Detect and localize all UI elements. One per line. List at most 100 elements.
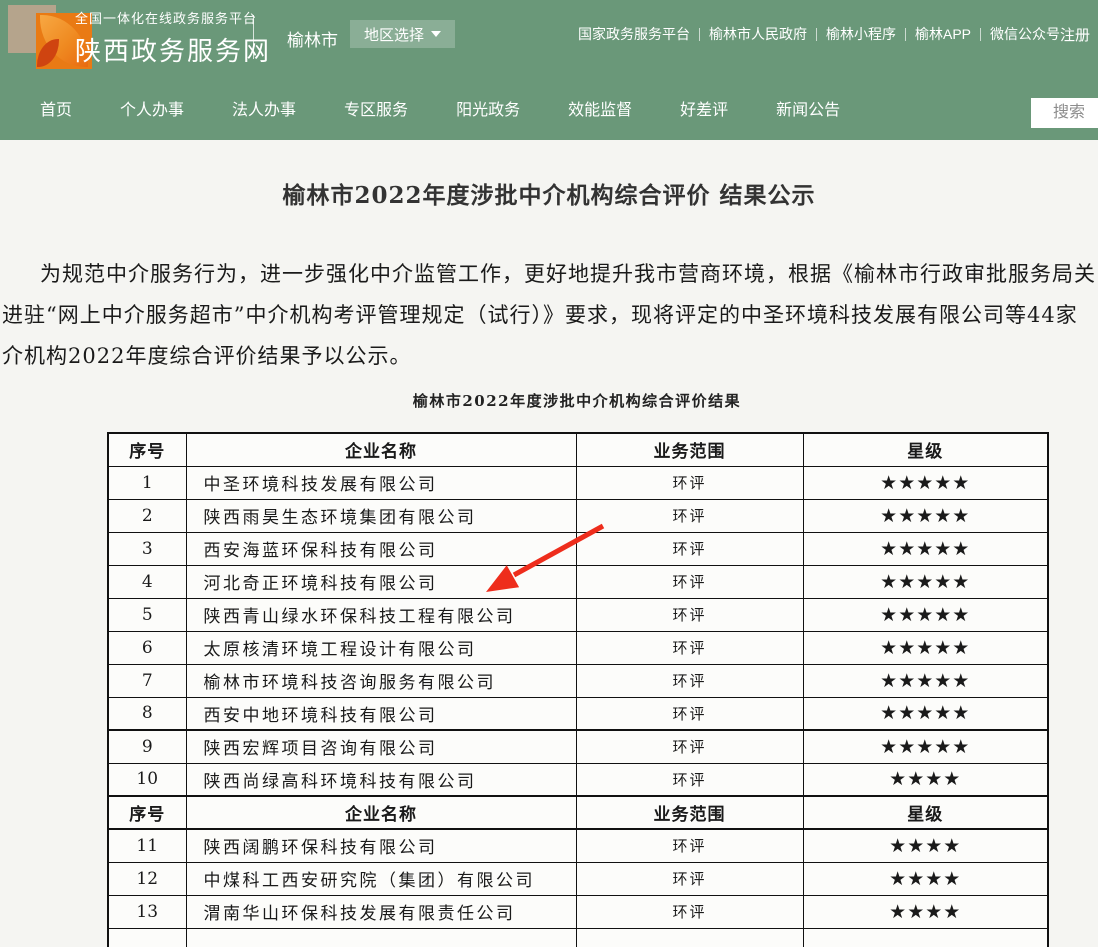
company-name: 太原核清环境工程设计有限公司 <box>186 631 576 664</box>
table-row: 9陕西宏辉项目咨询有限公司环评★★★★★ <box>108 730 1048 763</box>
business-scope: 环评 <box>576 499 803 532</box>
column-header: 星级 <box>803 796 1048 829</box>
table-header-row: 序号企业名称业务范围星级 <box>108 433 1048 466</box>
page: { "colors": { "header_green": "#6a9879",… <box>0 0 1098 947</box>
row-number: 7 <box>108 664 186 697</box>
star-rating: ★★★★★ <box>803 532 1048 565</box>
column-header: 星级 <box>803 433 1048 466</box>
table-row: 3西安海蓝环保科技有限公司环评★★★★★ <box>108 532 1048 565</box>
star-rating: ★★★★ <box>803 895 1048 928</box>
company-name: 陕西雨昊生态环境集团有限公司 <box>186 499 576 532</box>
nav-item[interactable]: 法人办事 <box>232 96 296 120</box>
star-rating: ★★★★★ <box>803 598 1048 631</box>
business-scope <box>576 928 803 947</box>
table-row: 2陕西雨昊生态环境集团有限公司环评★★★★★ <box>108 499 1048 532</box>
star-rating: ★★★★★ <box>803 664 1048 697</box>
row-number: 6 <box>108 631 186 664</box>
search-input[interactable] <box>1031 98 1098 128</box>
announcement-paragraph: 为规范中介服务行为，进一步强化中介监管工作，更好地提升我市营商环境，根据《榆林市… <box>0 254 1098 377</box>
business-scope: 环评 <box>576 631 803 664</box>
business-scope: 环评 <box>576 895 803 928</box>
brand-block: 全国一体化在线政务服务平台 陕西政务服务网 <box>75 8 271 68</box>
top-link[interactable]: 榆林APP <box>915 24 971 44</box>
current-city-label: 榆林市 <box>287 26 338 51</box>
table-row <box>108 928 1048 947</box>
nav-item[interactable]: 效能监督 <box>568 96 632 120</box>
table-row: 1中圣环境科技发展有限公司环评★★★★★ <box>108 466 1048 499</box>
business-scope: 环评 <box>576 763 803 796</box>
row-number: 9 <box>108 730 186 763</box>
register-link[interactable]: 注册 <box>1060 24 1090 45</box>
nav-item[interactable]: 新闻公告 <box>776 96 840 120</box>
nav-item[interactable]: 阳光政务 <box>456 96 520 120</box>
chevron-down-icon <box>431 31 441 37</box>
company-name: 陕西青山绿水环保科技工程有限公司 <box>186 598 576 631</box>
company-name: 陕西尚绿高科环境科技有限公司 <box>186 763 576 796</box>
company-name <box>186 928 576 947</box>
table-row: 6太原核清环境工程设计有限公司环评★★★★★ <box>108 631 1048 664</box>
row-number: 8 <box>108 697 186 730</box>
company-name: 渭南华山环保科技发展有限责任公司 <box>186 895 576 928</box>
company-name: 陕西阔鹏环保科技有限公司 <box>186 829 576 862</box>
top-link[interactable]: 榆林小程序 <box>826 24 896 44</box>
table-row: 4河北奇正环境科技有限公司环评★★★★★ <box>108 565 1048 598</box>
row-number: 5 <box>108 598 186 631</box>
results-table-body: 序号企业名称业务范围星级1中圣环境科技发展有限公司环评★★★★★2陕西雨昊生态环… <box>108 433 1048 947</box>
row-number: 10 <box>108 763 186 796</box>
business-scope: 环评 <box>576 730 803 763</box>
business-scope: 环评 <box>576 598 803 631</box>
evaluation-results-table: 序号企业名称业务范围星级1中圣环境科技发展有限公司环评★★★★★2陕西雨昊生态环… <box>107 432 1049 947</box>
company-name: 西安海蓝环保科技有限公司 <box>186 532 576 565</box>
nav-item[interactable]: 专区服务 <box>344 96 408 120</box>
table-row: 12中煤科工西安研究院（集团）有限公司环评★★★★ <box>108 862 1048 895</box>
table-row: 8西安中地环境科技有限公司环评★★★★★ <box>108 697 1048 730</box>
column-header: 序号 <box>108 796 186 829</box>
article-area: 榆林市2022年度涉批中介机构综合评价 结果公示 为规范中介服务行为，进一步强化… <box>0 140 1098 947</box>
table-caption: 榆林市2022年度涉批中介机构综合评价结果 <box>107 390 1047 411</box>
row-number: 13 <box>108 895 186 928</box>
business-scope: 环评 <box>576 565 803 598</box>
top-link[interactable]: 国家政务服务平台 <box>578 24 690 44</box>
table-row: 5陕西青山绿水环保科技工程有限公司环评★★★★★ <box>108 598 1048 631</box>
paragraph-line: 进驻“网上中介服务超市”中介机构考评管理规定（试行）》要求，现将评定的中圣环境科… <box>0 295 1098 336</box>
row-number: 2 <box>108 499 186 532</box>
column-header: 企业名称 <box>186 796 576 829</box>
row-number: 11 <box>108 829 186 862</box>
table-row: 11陕西阔鹏环保科技有限公司环评★★★★ <box>108 829 1048 862</box>
star-rating: ★★★★ <box>803 829 1048 862</box>
paragraph-line: 为规范中介服务行为，进一步强化中介监管工作，更好地提升我市营商环境，根据《榆林市… <box>0 254 1098 295</box>
nav-item[interactable]: 好差评 <box>680 96 728 120</box>
site-header: 全国一体化在线政务服务平台 陕西政务服务网 榆林市 地区选择 国家政务服务平台榆… <box>0 0 1098 140</box>
business-scope: 环评 <box>576 829 803 862</box>
link-separator <box>980 28 981 41</box>
star-rating: ★★★★★ <box>803 565 1048 598</box>
row-number: 1 <box>108 466 186 499</box>
business-scope: 环评 <box>576 532 803 565</box>
row-number: 4 <box>108 565 186 598</box>
column-header: 企业名称 <box>186 433 576 466</box>
star-rating: ★★★★★ <box>803 631 1048 664</box>
company-name: 河北奇正环境科技有限公司 <box>186 565 576 598</box>
top-link[interactable]: 榆林市人民政府 <box>709 24 807 44</box>
header-divider <box>253 15 254 59</box>
platform-tagline: 全国一体化在线政务服务平台 <box>75 8 271 27</box>
company-name: 中圣环境科技发展有限公司 <box>186 466 576 499</box>
paragraph-line: 介机构2022年度综合评价结果予以公示。 <box>0 336 1098 377</box>
table-row: 13渭南华山环保科技发展有限责任公司环评★★★★ <box>108 895 1048 928</box>
star-rating: ★★★★★ <box>803 499 1048 532</box>
column-header: 序号 <box>108 433 186 466</box>
main-nav: 首页 个人办事 法人办事 专区服务 阳光政务 效能监督 好差评 新闻公告 <box>40 75 840 140</box>
star-rating: ★★★★★ <box>803 730 1048 763</box>
star-rating <box>803 928 1048 947</box>
top-link[interactable]: 微信公众号 <box>990 24 1060 44</box>
table-header-row: 序号企业名称业务范围星级 <box>108 796 1048 829</box>
column-header: 业务范围 <box>576 433 803 466</box>
top-external-links: 国家政务服务平台榆林市人民政府榆林小程序榆林APP 微信公众号 <box>578 24 1060 44</box>
region-select-button[interactable]: 地区选择 <box>350 20 455 48</box>
nav-item[interactable]: 首页 <box>40 96 72 120</box>
star-rating: ★★★★ <box>803 763 1048 796</box>
company-name: 陕西宏辉项目咨询有限公司 <box>186 730 576 763</box>
star-rating: ★★★★★ <box>803 697 1048 730</box>
nav-item[interactable]: 个人办事 <box>120 96 184 120</box>
region-select-label: 地区选择 <box>364 24 424 45</box>
